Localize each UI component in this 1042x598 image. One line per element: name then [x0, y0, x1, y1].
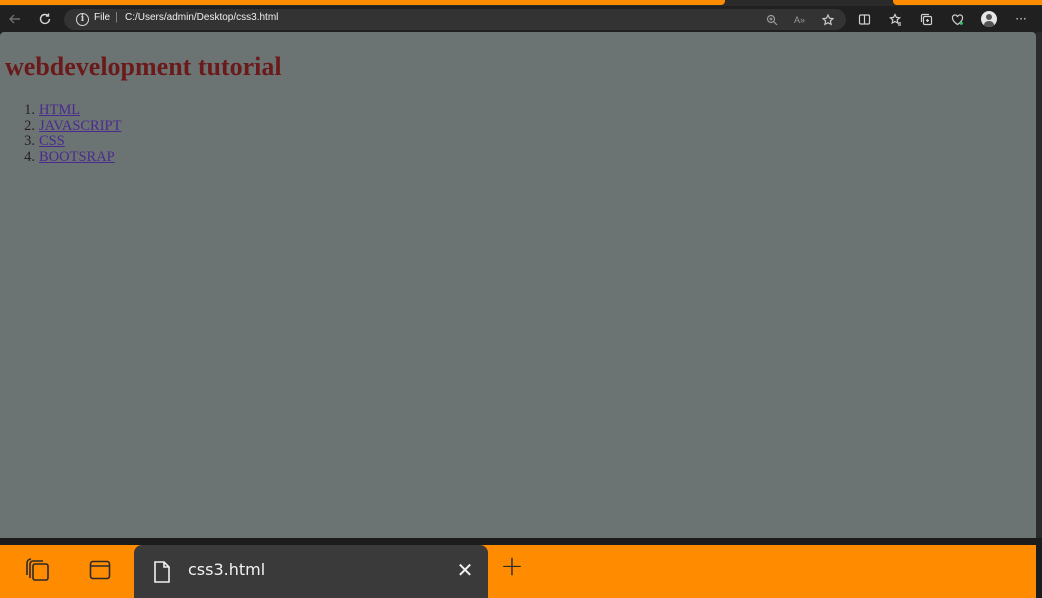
workspaces-icon[interactable] [88, 558, 112, 582]
collections-icon[interactable] [917, 10, 935, 28]
avatar-body [984, 21, 994, 27]
page-viewport: webdevelopment tutorial 1. HTML 2. JAVAS… [0, 32, 1036, 538]
page-title: webdevelopment tutorial [5, 52, 282, 81]
favorite-star-icon[interactable] [820, 12, 835, 27]
avatar-head [986, 14, 992, 20]
back-button[interactable] [4, 8, 26, 30]
tab-css3[interactable]: css3.html ✕ [134, 545, 488, 598]
list-item: 2. JAVASCRIPT [0, 117, 121, 135]
browser-toolbar: i File | C:/Users/admin/Desktop/css3.htm… [0, 6, 1042, 32]
list-item: 1. HTML [0, 102, 121, 119]
favorites-icon[interactable] [886, 10, 904, 28]
protocol-label: File [94, 12, 111, 23]
address-bar[interactable]: i File | C:/Users/admin/Desktop/css3.htm… [64, 9, 846, 30]
tab-close-icon[interactable]: ✕ [454, 559, 476, 581]
list-number: 4. [24, 148, 35, 165]
zoom-icon[interactable] [764, 12, 779, 27]
scrollbar-track[interactable] [1036, 32, 1042, 538]
site-info-icon[interactable]: i [76, 13, 89, 26]
link-javascript[interactable]: JAVASCRIPT [39, 118, 121, 135]
reload-icon [39, 13, 51, 25]
link-bootstrap[interactable]: BOOTSRAP [39, 149, 115, 166]
tutorial-list: 1. HTML 2. JAVASCRIPT 3. CSS 4. BOOTSRAP [0, 102, 121, 166]
list-item: 4. BOOTSRAP [0, 148, 121, 166]
accent-segment-right [893, 0, 1042, 5]
read-aloud-icon[interactable]: A» [792, 12, 807, 27]
browser-essentials-icon[interactable] [948, 10, 966, 28]
accent-segment-left [0, 0, 725, 5]
tab-title: css3.html [188, 560, 266, 579]
list-number: 3. [24, 133, 35, 149]
back-arrow-icon [9, 14, 20, 24]
reload-button[interactable] [34, 8, 56, 30]
more-options-icon[interactable]: ··· [1012, 10, 1030, 28]
address-separator: | [115, 11, 118, 23]
tab-actions-icon[interactable] [24, 558, 52, 584]
list-number: 1. [24, 102, 35, 118]
split-screen-icon[interactable] [855, 10, 873, 28]
list-number: 2. [24, 117, 35, 134]
list-item: 3. CSS [0, 133, 121, 150]
profile-avatar[interactable] [981, 11, 997, 27]
new-tab-button[interactable]: + [500, 552, 524, 580]
link-html[interactable]: HTML [39, 102, 80, 119]
tab-strip: css3.html ✕ + [0, 538, 1042, 598]
url-text[interactable]: C:/Users/admin/Desktop/css3.html [125, 12, 278, 23]
link-css[interactable]: CSS [39, 133, 65, 150]
file-icon [152, 560, 172, 584]
